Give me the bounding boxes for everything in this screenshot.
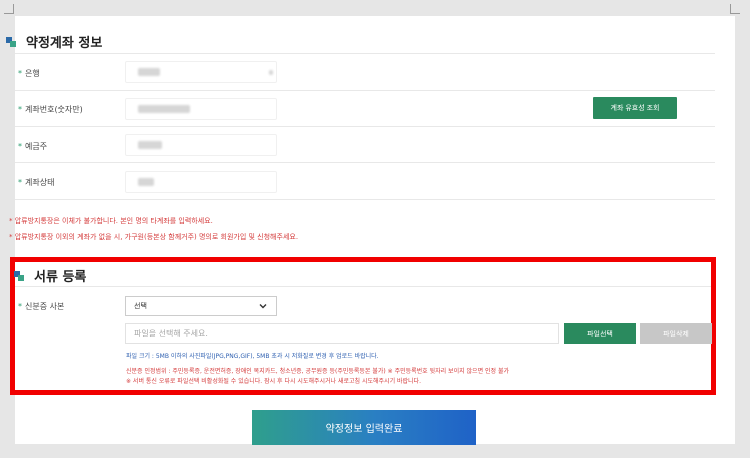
section-bullet-icon	[6, 36, 16, 47]
file-select-button[interactable]: 파일선택	[564, 323, 636, 344]
account-holder-field	[125, 134, 277, 156]
account-number-field	[125, 98, 277, 120]
id-range-hint: 신분증 인정범위 : 주민등록증, 운전면허증, 장애인 복지카드, 청소년증,…	[126, 368, 509, 375]
bank-label: * 은행	[18, 69, 40, 78]
server-error-hint: ※ 서버 통신 오류로 파일선택 비활성화될 수 있습니다. 잠시 후 다시 시…	[126, 378, 421, 385]
bank-field	[125, 61, 277, 83]
divider	[15, 199, 715, 200]
account-status-field	[125, 171, 277, 193]
account-section-title-text: 약정계좌 정보	[26, 36, 103, 51]
submit-contract-button[interactable]: 약정정보 입력완료	[252, 410, 476, 445]
id-type-selected-value: 선택	[134, 302, 147, 310]
redacted-value	[138, 68, 160, 76]
id-type-select[interactable]: 선택	[125, 296, 277, 316]
file-delete-button[interactable]: 파일삭제	[640, 323, 712, 344]
id-copy-label: * 신분증 사본	[18, 302, 65, 311]
notice-household-account: * 압류방지통장 이외의 계좌가 없을 시, 가구원(등본상 함께거주) 명의로…	[9, 233, 299, 241]
account-section-title: 약정계좌 정보	[6, 32, 102, 51]
account-number-label: * 계좌번호(숫자만)	[18, 105, 83, 114]
crop-mark-top-right	[730, 4, 740, 14]
divider	[15, 126, 715, 127]
chevron-down-icon	[259, 304, 267, 309]
verify-account-button[interactable]: 계좌 유효성 조회	[593, 97, 677, 119]
redacted-value	[138, 178, 154, 186]
notice-seizure-account: * 압류방지통장은 이체가 불가합니다. 본인 명의 타계좌를 입력하세요.	[9, 217, 213, 225]
document-section-title-text: 서류 등록	[34, 270, 87, 285]
file-path-input[interactable]: 파일을 선택해 주세요.	[125, 323, 559, 344]
file-size-hint: 파일 크기 : 5MB 이하의 사진파일(JPG,PNG,GIF), 5MB 초…	[126, 353, 379, 360]
account-status-label: * 계좌상태	[18, 178, 55, 187]
redacted-value	[138, 141, 162, 149]
redacted-value	[269, 70, 273, 75]
divider	[15, 90, 715, 91]
divider	[15, 53, 715, 54]
account-holder-label: * 예금주	[18, 142, 48, 151]
divider	[15, 162, 715, 163]
redacted-value	[138, 105, 190, 113]
crop-mark-top-left	[4, 4, 14, 14]
file-placeholder-text: 파일을 선택해 주세요.	[134, 329, 208, 338]
divider	[15, 286, 711, 287]
section-bullet-icon	[14, 270, 24, 281]
document-section-title: 서류 등록	[14, 266, 86, 285]
